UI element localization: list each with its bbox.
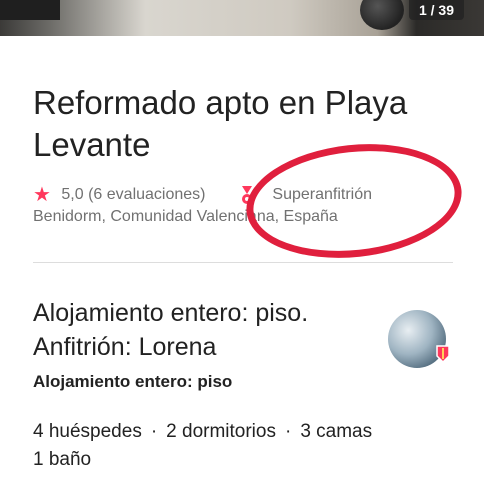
superhost-badge-icon bbox=[241, 186, 252, 204]
superhost-label: Superanfitrión bbox=[272, 186, 373, 203]
photo-counter: 1 / 39 bbox=[408, 0, 464, 20]
listing-meta: ★ 5,0 (6 evaluaciones) Superanfitrión bbox=[33, 185, 372, 207]
location-link[interactable]: Benidorm, Comunidad Valenciana, España bbox=[33, 208, 338, 226]
separator: · bbox=[284, 421, 292, 442]
superhost-badge-icon bbox=[436, 345, 450, 363]
beds-count: 3 camas bbox=[300, 421, 373, 442]
reviews-link[interactable]: (6 evaluaciones) bbox=[88, 186, 205, 203]
bedrooms-count: 2 dormitorios bbox=[166, 421, 276, 442]
star-icon: ★ bbox=[33, 184, 51, 206]
listing-title: Reformado apto en Playa Levante bbox=[33, 84, 408, 163]
baths-count: 1 baño bbox=[33, 449, 92, 470]
rating-value: 5,0 bbox=[61, 186, 84, 203]
host-section-subtitle: Alojamiento entero: piso bbox=[33, 372, 233, 391]
divider bbox=[33, 262, 453, 263]
host-section-title: Alojamiento entero: piso. Anfitrión: Lor… bbox=[33, 299, 309, 361]
photo-gallery[interactable]: 1 / 39 bbox=[0, 0, 484, 36]
photo-detail bbox=[360, 0, 404, 30]
capacity-details: 4 huéspedes · 2 dormitorios · 3 camas bbox=[33, 421, 372, 443]
guests-count: 4 huéspedes bbox=[33, 421, 142, 442]
photo-detail bbox=[0, 0, 60, 20]
separator: · bbox=[150, 421, 158, 442]
